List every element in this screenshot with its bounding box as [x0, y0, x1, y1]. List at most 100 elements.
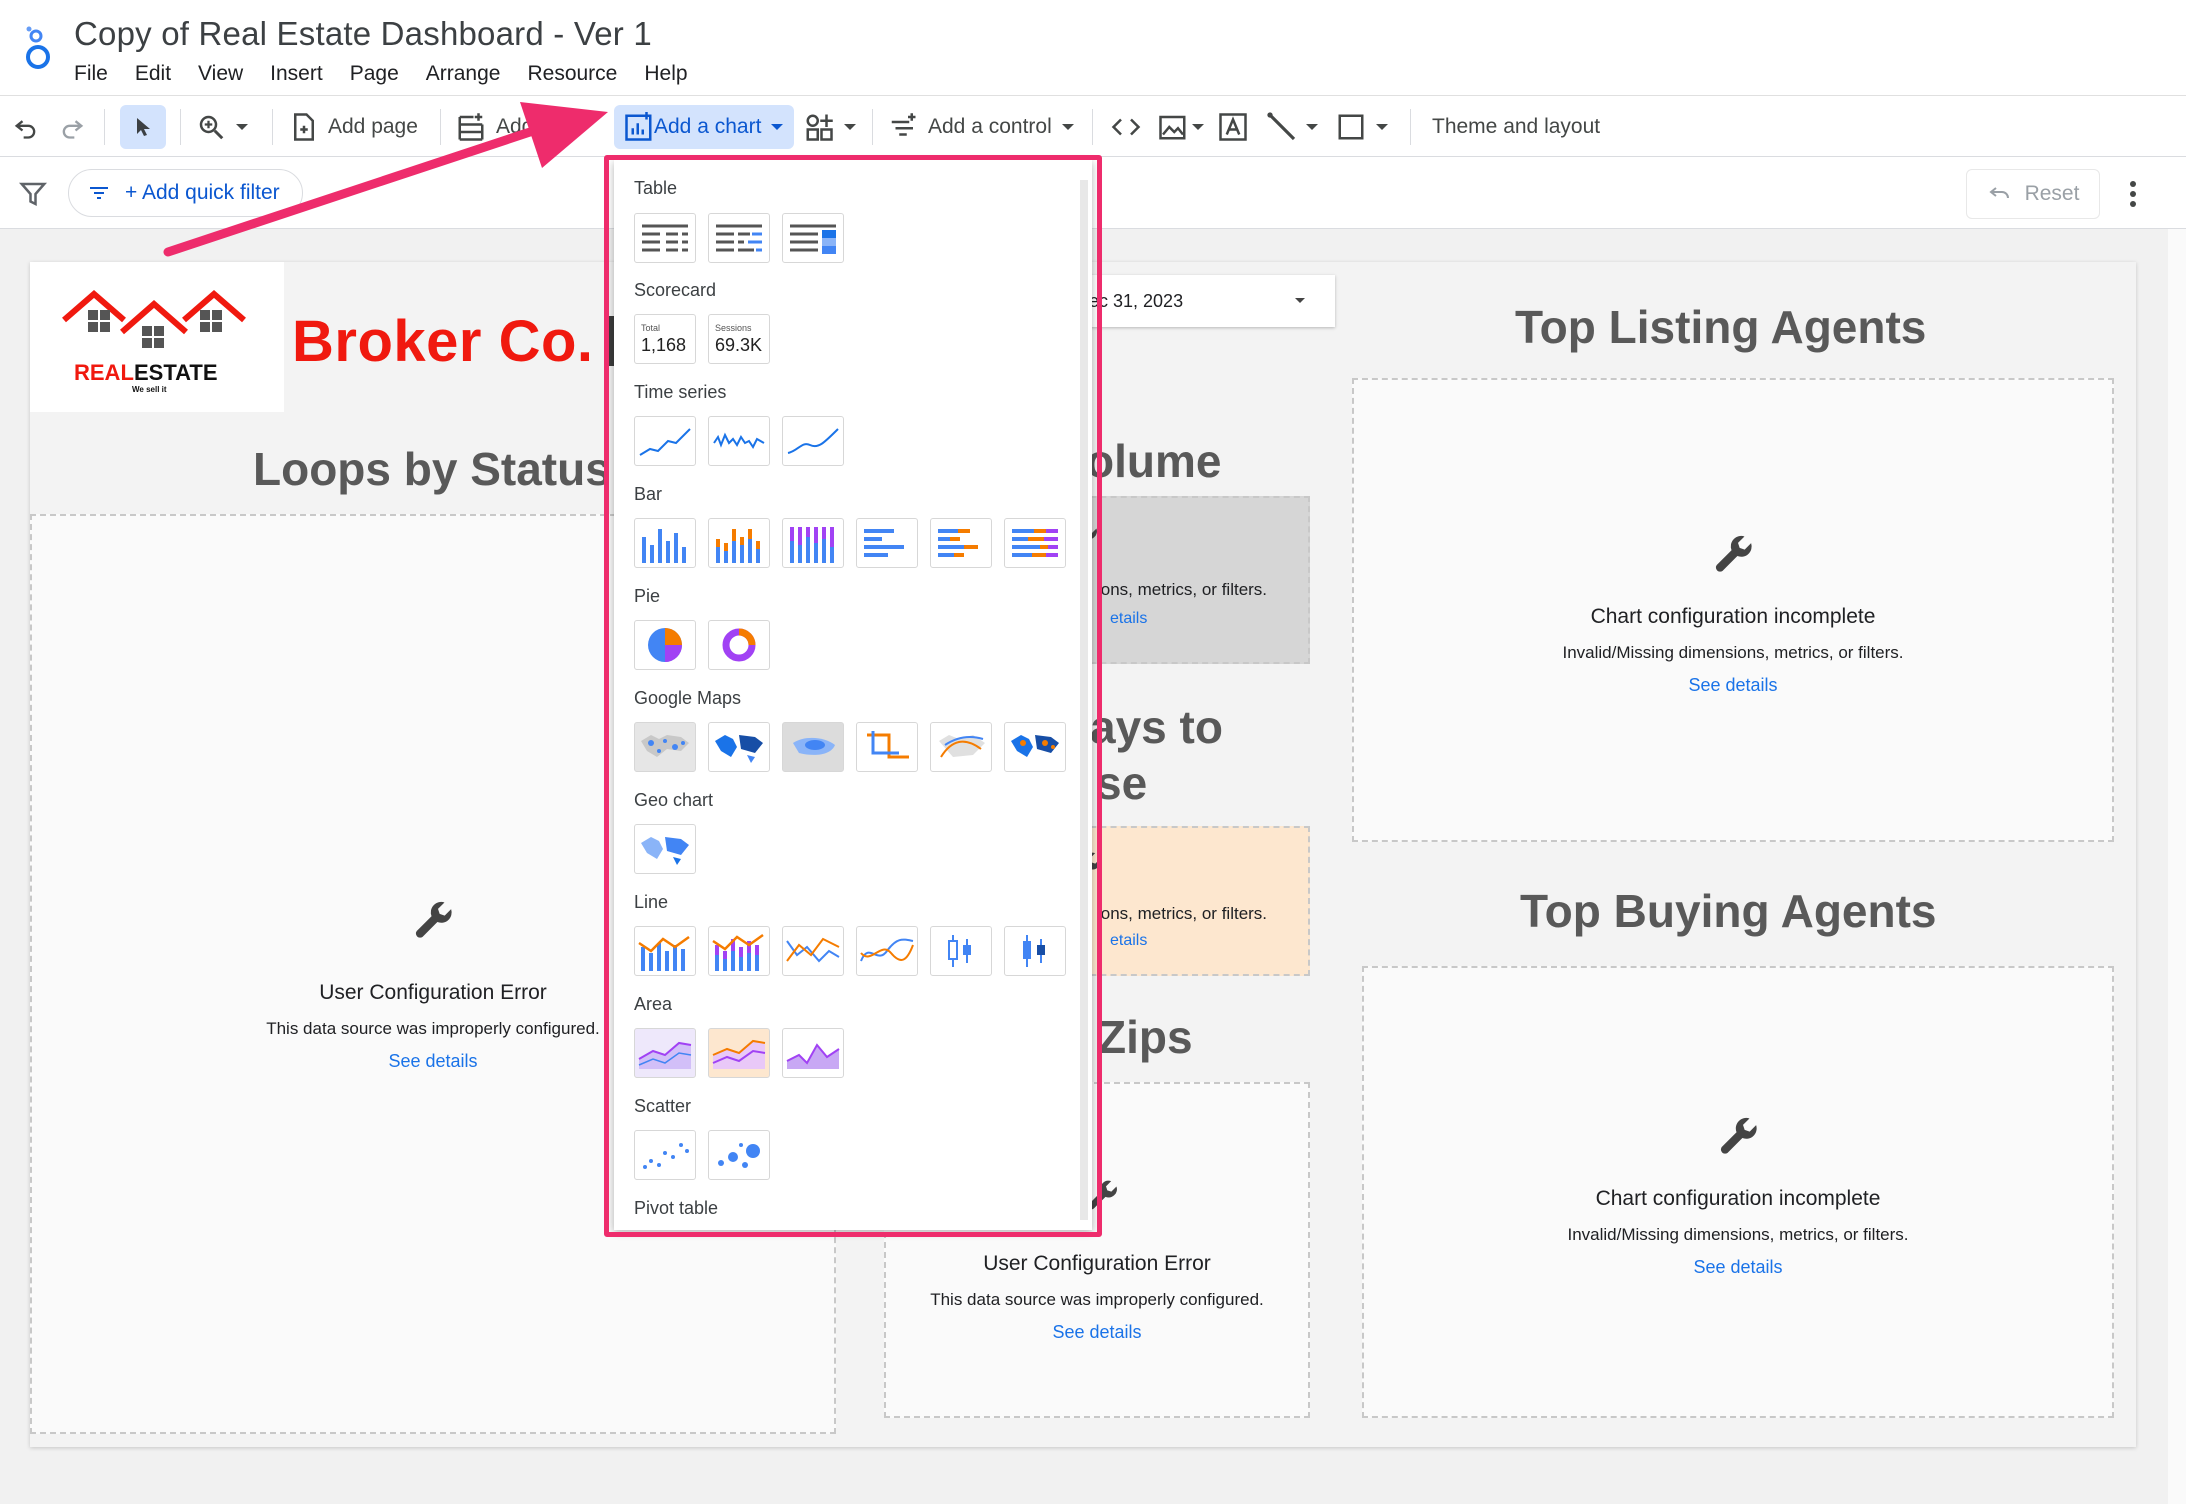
chart-option-line-map[interactable]	[856, 722, 918, 772]
chart-option-column[interactable]	[634, 518, 696, 568]
chart-option-stacked-area[interactable]	[708, 1028, 770, 1078]
title-days-to-close-line1[interactable]: ays to	[1090, 700, 1223, 754]
menu-view[interactable]: View	[198, 62, 243, 86]
see-details-link[interactable]: See details	[886, 1322, 1308, 1343]
chart-option-time-series[interactable]	[634, 416, 696, 466]
text-box-button[interactable]	[1218, 96, 1248, 158]
add-quick-filter-button[interactable]: + Add quick filter	[68, 169, 303, 217]
chart-option-pie[interactable]	[634, 620, 696, 670]
percent-stacked-column-icon	[790, 527, 834, 563]
document-title[interactable]: Copy of Real Estate Dashboard - Ver 1	[74, 15, 652, 53]
menu-insert[interactable]: Insert	[270, 62, 323, 86]
see-details-link[interactable]: See details	[1364, 1257, 2112, 1278]
category-google-maps: Google Maps	[634, 688, 742, 708]
line-icon	[1267, 112, 1296, 141]
menu-edit[interactable]: Edit	[135, 62, 171, 86]
chart-option-candlestick-filled[interactable]	[1004, 926, 1066, 976]
category-pivot-table: Pivot table	[634, 1198, 719, 1218]
add-data-button[interactable]: Add d	[456, 96, 551, 158]
see-details-link[interactable]: etails	[1110, 610, 1147, 628]
title-days-to-close-line2[interactable]: se	[1096, 756, 1147, 810]
more-options-icon[interactable]	[2128, 179, 2138, 209]
chart-option-bubble-map[interactable]	[634, 722, 696, 772]
title-zips[interactable]: Zips	[1098, 1010, 1193, 1064]
filled-map-icon	[715, 735, 763, 763]
menu-file[interactable]: File	[74, 62, 108, 86]
menu-arrange[interactable]: Arrange	[426, 62, 501, 86]
shape-button[interactable]	[1336, 96, 1388, 158]
chart-option-100-stacked-column[interactable]	[782, 518, 844, 568]
menu-scrollbar[interactable]	[1080, 180, 1088, 1220]
filter-list-icon	[90, 187, 108, 199]
category-geo-chart: Geo chart	[634, 790, 714, 810]
community-viz-button[interactable]	[804, 96, 856, 158]
chart-option-bubble[interactable]	[708, 1130, 770, 1180]
chart-option-candlestick[interactable]	[930, 926, 992, 976]
add-chart-icon	[625, 112, 652, 141]
chart-option-100-stacked-area[interactable]	[782, 1028, 844, 1078]
embed-url-button[interactable]	[1110, 96, 1142, 158]
looker-studio-logo-icon[interactable]	[20, 26, 56, 70]
image-button[interactable]	[1158, 96, 1204, 158]
select-tool-button[interactable]	[120, 105, 166, 149]
pie-chart-icon	[648, 628, 682, 662]
chart-option-line[interactable]	[782, 926, 844, 976]
add-chart-button[interactable]: Add a chart	[614, 105, 794, 149]
chart-option-table-bars[interactable]	[708, 213, 770, 263]
date-range-control[interactable]: ec 31, 2023	[1085, 275, 1335, 327]
title-volume[interactable]: olume	[1086, 434, 1221, 488]
line-button[interactable]	[1266, 96, 1318, 158]
chart-option-combo[interactable]	[634, 926, 696, 976]
column-chart-icon	[642, 529, 686, 563]
title-loops-by-status[interactable]: Loops by Status	[253, 442, 611, 496]
theme-layout-button[interactable]: Theme and layout	[1432, 96, 1600, 158]
table-bars-chart-icon	[716, 224, 762, 252]
zoom-button[interactable]	[196, 96, 248, 158]
chart-panel-top-buying-agents[interactable]: Chart configuration incomplete Invalid/M…	[1362, 966, 2114, 1418]
svg-text:ESTATE: ESTATE	[134, 360, 218, 385]
brand-name-text[interactable]: Broker Co.	[292, 308, 594, 375]
chart-option-connection-map[interactable]	[930, 722, 992, 772]
see-details-link[interactable]: etails	[1110, 932, 1147, 950]
menu-page[interactable]: Page	[350, 62, 399, 86]
chart-option-area[interactable]	[634, 1028, 696, 1078]
chart-option-stacked-column[interactable]	[708, 518, 770, 568]
chart-option-stacked-combo[interactable]	[708, 926, 770, 976]
chart-option-table-heatmap[interactable]	[782, 213, 844, 263]
reset-button[interactable]: Reset	[1966, 169, 2100, 219]
menu-help[interactable]: Help	[644, 62, 687, 86]
add-control-button[interactable]: Add a control	[888, 96, 1074, 158]
chart-option-table[interactable]	[634, 213, 696, 263]
chart-option-donut[interactable]	[708, 620, 770, 670]
chart-panel-top-listing-agents[interactable]: Chart configuration incomplete Invalid/M…	[1352, 378, 2114, 842]
area-chart-icon	[638, 1041, 692, 1069]
chart-option-sparkline[interactable]	[708, 416, 770, 466]
chart-option-bar[interactable]	[856, 518, 918, 568]
chart-option-combo-map[interactable]	[1004, 722, 1066, 772]
chevron-down-icon	[1376, 124, 1388, 130]
chart-option-heatmap-map[interactable]	[782, 722, 844, 772]
chart-option-smoothed-line[interactable]	[856, 926, 918, 976]
undo-button[interactable]	[12, 96, 40, 158]
title-top-buying-agents[interactable]: Top Buying Agents	[1520, 884, 1937, 938]
error-title: User Configuration Error	[983, 1252, 1211, 1275]
chart-panel-days-to-close[interactable]: ions, metrics, or filters. etails	[1072, 826, 1310, 976]
add-page-button[interactable]: Add page	[290, 96, 418, 158]
chart-option-scorecard[interactable]: Total 1,168	[634, 314, 696, 364]
chart-option-scatter[interactable]	[634, 1130, 696, 1180]
title-top-listing-agents[interactable]: Top Listing Agents	[1515, 300, 1926, 354]
chart-option-stacked-bar[interactable]	[930, 518, 992, 568]
chart-option-scorecard-compact[interactable]: Sessions 69.3K	[708, 314, 770, 364]
chart-option-filled-map[interactable]	[708, 722, 770, 772]
chart-option-100-stacked-bar[interactable]	[1004, 518, 1066, 568]
chart-option-geo-chart[interactable]	[634, 824, 696, 874]
chart-panel-volume[interactable]: ions, metrics, or filters. etails	[1068, 496, 1310, 664]
redo-button[interactable]	[58, 96, 86, 158]
filter-icon[interactable]	[18, 179, 48, 209]
chart-option-smoothed-time-series[interactable]	[782, 416, 844, 466]
menu-resource[interactable]: Resource	[527, 62, 617, 86]
see-details-link[interactable]: See details	[1354, 675, 2112, 696]
canvas-scrollbar[interactable]	[2168, 229, 2186, 1504]
image-icon	[1159, 115, 1186, 140]
percent-stacked-bar-icon	[1012, 529, 1058, 557]
